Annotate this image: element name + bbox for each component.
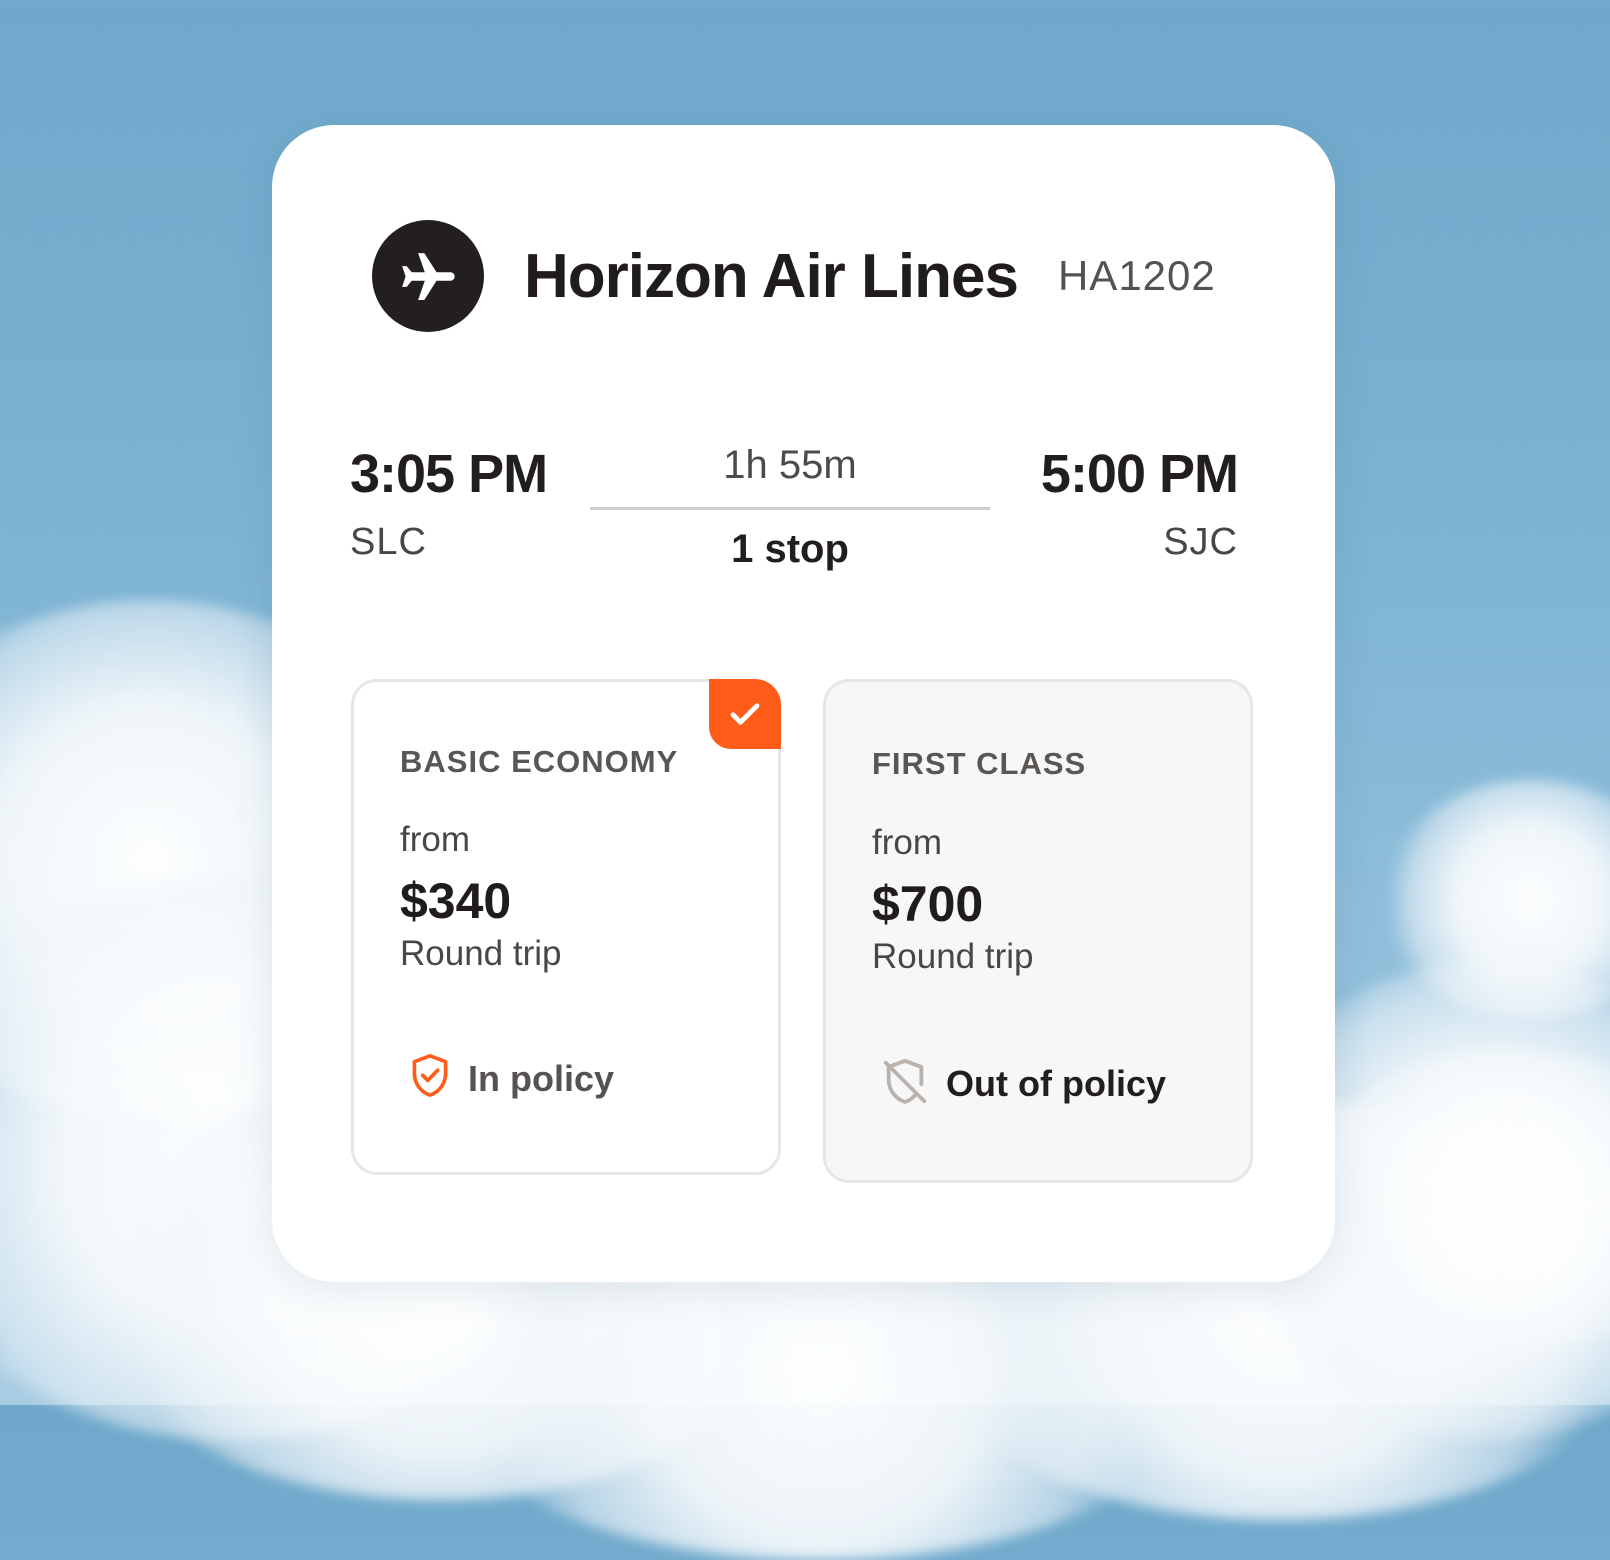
departure-time: 3:05 PM bbox=[350, 444, 548, 504]
stop-count: 1 stop bbox=[731, 527, 849, 571]
airline-name: Horizon Air Lines bbox=[524, 241, 1019, 311]
departure-airport-code: SLC bbox=[350, 521, 427, 563]
policy-status: Out of policy bbox=[880, 1055, 1166, 1112]
fare-option-first-class[interactable]: FIRST CLASS from $700 Round trip Out of … bbox=[823, 679, 1253, 1183]
shield-slash-icon bbox=[880, 1055, 930, 1112]
flight-number: HA1202 bbox=[1057, 252, 1216, 299]
fare-class-name: BASIC ECONOMY bbox=[400, 744, 679, 779]
arrival-airport-code: SJC bbox=[1163, 521, 1238, 563]
flight-card[interactable]: Horizon Air Lines HA1202 3:05 PM SLC 1h … bbox=[272, 125, 1335, 1282]
flight-schedule: 3:05 PM SLC 1h 55m 1 stop 5:00 PM SJC bbox=[350, 443, 1239, 583]
policy-status: In policy bbox=[408, 1052, 614, 1105]
arrival-time: 5:00 PM bbox=[1040, 444, 1239, 504]
fare-trip-type: Round trip bbox=[872, 937, 1034, 976]
fare-price: $700 bbox=[872, 876, 984, 932]
fare-option-basic-economy[interactable]: BASIC ECONOMY from $340 Round trip In po… bbox=[351, 679, 781, 1175]
fare-price: $340 bbox=[400, 873, 512, 929]
fare-from-label: from bbox=[400, 820, 470, 859]
flight-duration: 1h 55m bbox=[723, 443, 857, 487]
policy-label: Out of policy bbox=[946, 1062, 1166, 1104]
checkmark-icon bbox=[709, 679, 781, 749]
fare-class-name: FIRST CLASS bbox=[872, 746, 1087, 781]
flight-header: Horizon Air Lines HA1202 bbox=[372, 219, 1245, 333]
policy-label: In policy bbox=[468, 1057, 615, 1099]
shield-check-icon bbox=[408, 1052, 452, 1105]
route-line bbox=[590, 507, 990, 510]
fare-from-label: from bbox=[872, 823, 942, 862]
airplane-icon bbox=[372, 220, 484, 332]
fare-trip-type: Round trip bbox=[400, 934, 562, 973]
